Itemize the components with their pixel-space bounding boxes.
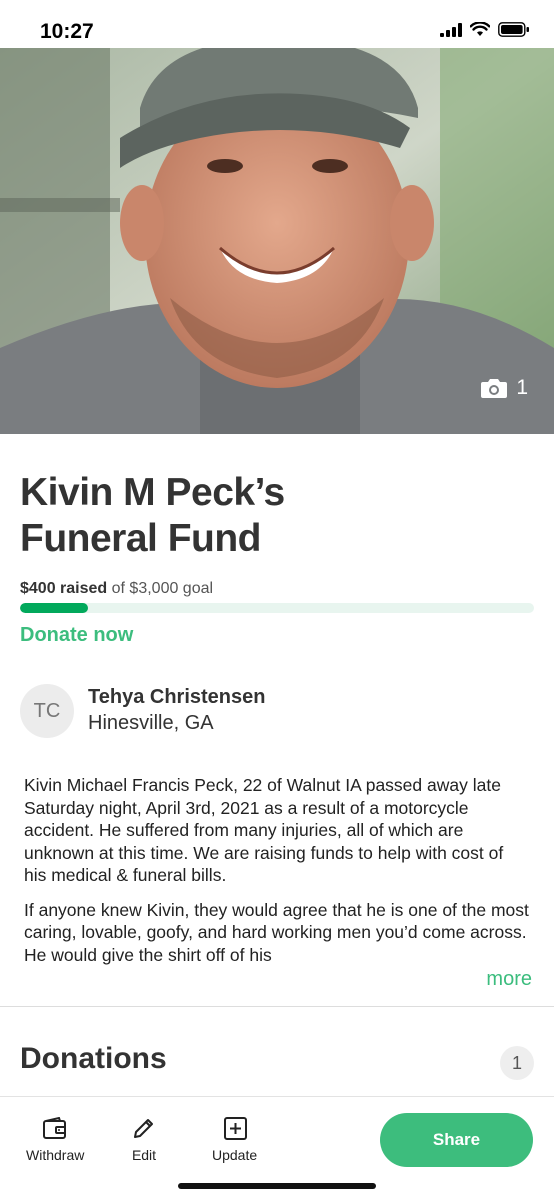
progress-bar [20,603,534,613]
story: Kivin Michael Francis Peck, 22 of Walnut… [24,774,530,966]
organizer[interactable]: TC Tehya Christensen Hinesville, GA [20,684,534,740]
status-time: 10:27 [40,20,94,43]
add-square-icon [223,1117,247,1140]
campaign-title-line2: Funeral Fund [20,517,262,560]
edit-label: Edit [131,1147,157,1163]
story-text: Kivin Michael Francis Peck, 22 of Walnut… [24,774,530,966]
story-paragraph: Kivin Michael Francis Peck, 22 of Walnut… [24,775,504,885]
photo-count[interactable]: 1 [480,376,528,400]
camera-icon [481,379,508,398]
pencil-icon [134,1119,153,1138]
status-bar: 10:27 [0,0,554,48]
update-label: Update [212,1147,258,1163]
wifi-icon [470,22,490,36]
photo-count-value: 1 [516,376,528,399]
donations-count-badge: 1 [500,1046,534,1080]
raised-amount: $400 raised [20,580,108,597]
edit-button[interactable]: Edit [131,1117,157,1163]
withdraw-button[interactable]: Withdraw [26,1117,84,1163]
avatar: TC [20,684,74,738]
wallet-icon [43,1117,67,1139]
withdraw-label: Withdraw [26,1147,85,1163]
divider [0,1006,554,1007]
battery-icon [498,22,529,37]
campaign-title: Kivin M Peck’s Funeral Fund [20,470,520,562]
bottom-action-bar: Withdraw Edit Update Share [0,1096,554,1200]
organizer-name: Tehya Christensen [88,686,266,708]
update-button[interactable]: Update [212,1117,257,1163]
read-more-link[interactable]: more [486,968,532,991]
home-indicator [178,1183,376,1189]
campaign-photo-image [0,48,554,434]
status-icons [440,22,530,37]
goal-text: of $3,000 goal [107,580,214,597]
progress-fill [20,603,89,613]
campaign-photo[interactable]: 1 [0,48,554,434]
organizer-location: Hinesville, GA [88,712,214,734]
donations-heading: Donations [20,1042,167,1075]
campaign-title-line1: Kivin M Peck’s [20,471,285,514]
donate-now-link[interactable]: Donate now [20,624,133,647]
share-button[interactable]: Share [380,1113,533,1167]
story-paragraph: If anyone knew Kivin, they would agree t… [24,899,529,965]
signal-icon [440,22,462,37]
raised-summary: $400 raised of $3,000 goal [20,580,213,598]
